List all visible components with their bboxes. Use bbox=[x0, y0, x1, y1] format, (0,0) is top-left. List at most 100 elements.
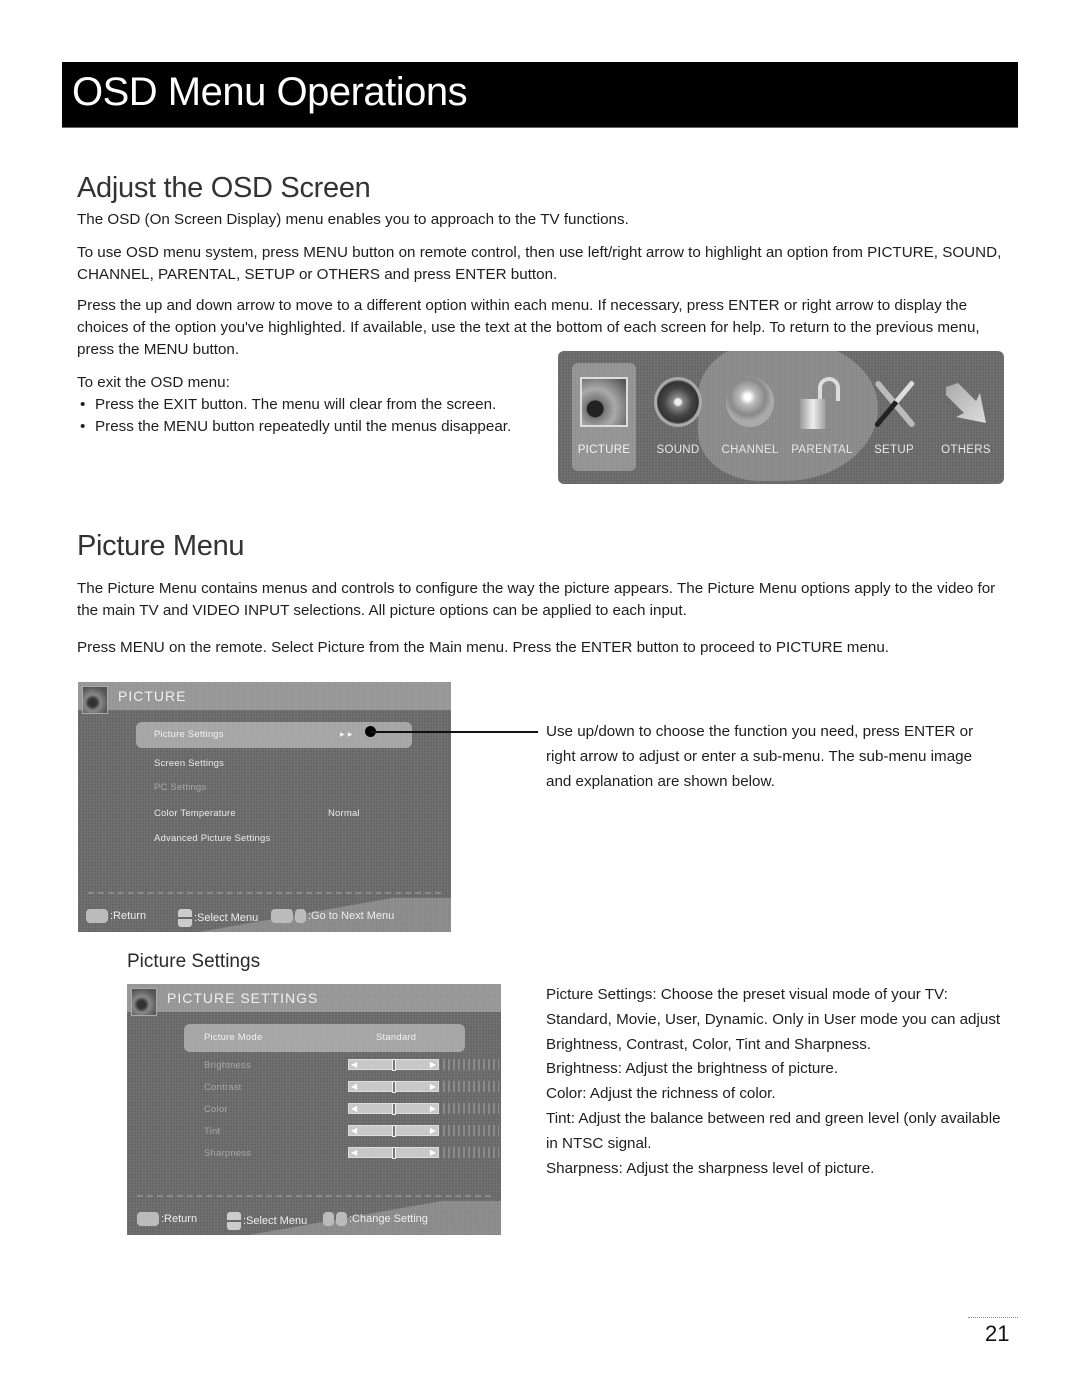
padlock-icon bbox=[798, 377, 846, 429]
exit-bullet: Press the MENU button repeatedly until t… bbox=[77, 416, 557, 438]
description-line: Color: Adjust the richness of color. bbox=[546, 1085, 776, 1103]
slider-right-arrow-icon[interactable]: ▶ bbox=[430, 1082, 436, 1092]
enter-key-icon bbox=[271, 909, 293, 923]
arrow-icon bbox=[942, 377, 990, 427]
slider-tint[interactable]: ◀ ▶ bbox=[348, 1125, 439, 1137]
divider bbox=[137, 1195, 491, 1197]
slider-right-arrow-icon[interactable]: ▶ bbox=[430, 1060, 436, 1070]
paragraph: To use OSD menu system, press MENU butto… bbox=[77, 244, 1002, 283]
footer-hint-next: :Go to Next Menu bbox=[271, 909, 394, 923]
slider-knob[interactable] bbox=[391, 1103, 396, 1115]
slider-right-arrow-icon[interactable]: ▶ bbox=[430, 1148, 436, 1158]
osd-footer: :Return :Select Menu :Change Setting bbox=[127, 1201, 501, 1235]
osd-row-screen-settings[interactable]: Screen Settings bbox=[154, 758, 224, 769]
osd-row-label: Color Temperature bbox=[154, 808, 236, 819]
osd-row-label: PC Settings bbox=[154, 782, 207, 793]
slider-track-decoration bbox=[443, 1125, 499, 1136]
osd-row-label: Tint bbox=[204, 1126, 221, 1137]
slider-right-arrow-icon[interactable]: ▶ bbox=[430, 1126, 436, 1136]
exit-bullet: Press the EXIT button. The menu will cle… bbox=[77, 394, 557, 416]
osd-title: PICTURE SETTINGS bbox=[167, 990, 319, 1006]
description-line: Tint: Adjust the balance between red and… bbox=[546, 1109, 1001, 1152]
slider-knob[interactable] bbox=[391, 1125, 396, 1137]
description-line: Brightness: Adjust the brightness of pic… bbox=[546, 1060, 839, 1078]
footer-hint-return: :Return bbox=[137, 1212, 197, 1226]
exit-bullet-list: Press the EXIT button. The menu will cle… bbox=[77, 394, 557, 438]
slider-left-arrow-icon[interactable]: ◀ bbox=[351, 1082, 357, 1092]
right-key-icon bbox=[295, 909, 306, 923]
main-menu-item-setup[interactable]: SETUP bbox=[862, 363, 926, 471]
osd-row-sharpness[interactable]: Sharpness bbox=[204, 1148, 251, 1159]
footer-hint-select: :Select Menu bbox=[227, 1212, 307, 1230]
slider-color[interactable]: ◀ ▶ bbox=[348, 1103, 439, 1115]
osd-row-pc-settings: PC Settings bbox=[154, 782, 206, 793]
page-number: 21 bbox=[985, 1321, 1010, 1346]
osd-row-label: Advanced Picture Settings bbox=[154, 833, 271, 844]
slider-track-decoration bbox=[443, 1059, 499, 1070]
menu-key-icon bbox=[137, 1212, 159, 1226]
osd-main-menu: PICTURE SOUND CHANNEL PARENTAL SETUP OTH… bbox=[558, 351, 1004, 484]
slider-left-arrow-icon[interactable]: ◀ bbox=[351, 1060, 357, 1070]
up-down-key-icon bbox=[227, 1212, 241, 1230]
submenu-arrows-icon: ▸ ▸ bbox=[340, 729, 353, 740]
slider-left-arrow-icon[interactable]: ◀ bbox=[351, 1104, 357, 1114]
osd-row-label: Screen Settings bbox=[154, 758, 225, 769]
osd-row-label: Picture Mode bbox=[204, 1032, 263, 1043]
slider-track-decoration bbox=[443, 1081, 499, 1092]
section-title-adjust: Adjust the OSD Screen bbox=[77, 172, 371, 204]
footer-hint-change: :Change Setting bbox=[323, 1212, 428, 1226]
description-line: Sharpness: Adjust the sharpness level of… bbox=[546, 1159, 875, 1177]
globe-icon bbox=[726, 377, 774, 427]
osd-row-tint[interactable]: Tint bbox=[204, 1126, 220, 1137]
footer-hint-return: :Return bbox=[86, 909, 146, 923]
slider-knob[interactable] bbox=[391, 1147, 396, 1159]
page-title: OSD Menu Operations bbox=[72, 70, 468, 114]
slider-left-arrow-icon[interactable]: ◀ bbox=[351, 1126, 357, 1136]
speaker-icon bbox=[654, 377, 702, 427]
osd-row-color-temperature[interactable]: Color Temperature Normal bbox=[154, 808, 404, 819]
osd-row-label: Color bbox=[204, 1104, 228, 1115]
tools-icon bbox=[870, 377, 918, 429]
picture-thumbnail-icon bbox=[82, 686, 108, 714]
menu-key-icon bbox=[86, 909, 108, 923]
slider-right-arrow-icon[interactable]: ▶ bbox=[430, 1104, 436, 1114]
page-header-bar: OSD Menu Operations bbox=[62, 62, 1018, 128]
exit-instructions: To exit the OSD menu: Press the EXIT but… bbox=[77, 372, 557, 438]
slider-left-arrow-icon[interactable]: ◀ bbox=[351, 1148, 357, 1158]
description-line: Picture Settings: Choose the preset visu… bbox=[546, 986, 1001, 1053]
main-menu-item-sound[interactable]: SOUND bbox=[646, 363, 710, 471]
picture-settings-description: Picture Settings: Choose the preset visu… bbox=[546, 983, 1006, 1181]
slider-brightness[interactable]: ◀ ▶ bbox=[348, 1059, 439, 1071]
left-key-icon bbox=[323, 1212, 334, 1226]
osd-title: PICTURE bbox=[118, 688, 187, 704]
callout-line bbox=[370, 731, 538, 733]
subsection-title-picture-settings: Picture Settings bbox=[127, 951, 261, 972]
osd-row-brightness[interactable]: Brightness bbox=[204, 1060, 251, 1071]
main-menu-item-channel[interactable]: CHANNEL bbox=[718, 363, 782, 471]
main-menu-item-others[interactable]: OTHERS bbox=[934, 363, 998, 471]
paragraph: Press MENU on the remote. Select Picture… bbox=[77, 639, 890, 656]
osd-row-picture-mode[interactable]: Picture Mode Standard bbox=[204, 1032, 454, 1043]
osd-row-contrast[interactable]: Contrast bbox=[204, 1082, 242, 1093]
slider-knob[interactable] bbox=[391, 1081, 396, 1093]
osd-row-advanced-picture-settings[interactable]: Advanced Picture Settings bbox=[154, 833, 270, 844]
divider bbox=[88, 892, 441, 894]
paragraph: The OSD (On Screen Display) menu enables… bbox=[77, 211, 629, 228]
osd-picture-menu: PICTURE Picture Settings ▸ ▸ Screen Sett… bbox=[78, 682, 451, 932]
section-title-picture-menu: Picture Menu bbox=[77, 530, 245, 562]
main-menu-item-parental[interactable]: PARENTAL bbox=[790, 363, 854, 471]
exit-intro: To exit the OSD menu: bbox=[77, 374, 230, 391]
footer-hint-select: :Select Menu bbox=[178, 909, 258, 927]
slider-contrast[interactable]: ◀ ▶ bbox=[348, 1081, 439, 1093]
main-menu-label: OTHERS bbox=[941, 444, 991, 456]
slider-knob[interactable] bbox=[391, 1059, 396, 1071]
slider-sharpness[interactable]: ◀ ▶ bbox=[348, 1147, 439, 1159]
osd-row-value: Standard bbox=[376, 1032, 417, 1043]
slider-track-decoration bbox=[443, 1147, 499, 1158]
osd-row-value: Normal bbox=[328, 808, 360, 819]
paragraph: The Picture Menu contains menus and cont… bbox=[77, 580, 996, 619]
osd-footer: :Return :Select Menu :Go to Next Menu bbox=[78, 898, 451, 932]
osd-row-color[interactable]: Color bbox=[204, 1104, 228, 1115]
main-menu-item-picture[interactable]: PICTURE bbox=[572, 363, 636, 471]
osd-row-label: Brightness bbox=[204, 1060, 251, 1071]
